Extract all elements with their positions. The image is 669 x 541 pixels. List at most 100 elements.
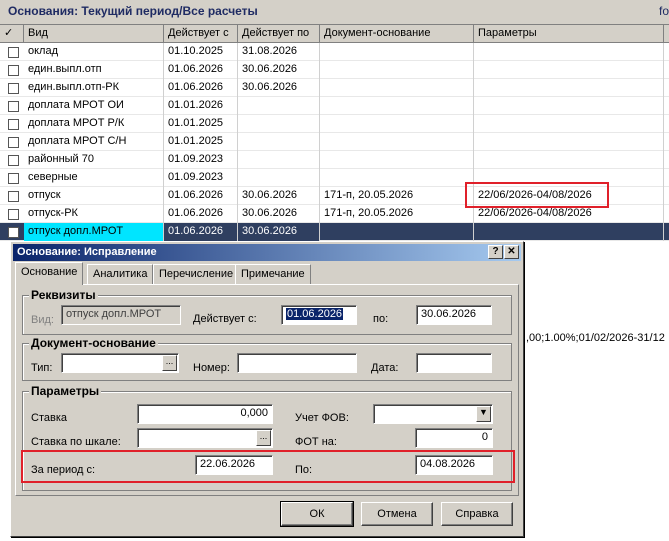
cell-params — [474, 151, 664, 169]
cell-vid: доплата МРОТ С/Н — [24, 133, 164, 151]
col-from[interactable]: Действует с — [164, 25, 238, 43]
scale-browse-button[interactable]: ... — [256, 430, 271, 446]
cancel-button[interactable]: Отмена — [361, 502, 433, 526]
row-checkbox[interactable] — [8, 101, 19, 112]
cell-from: 01.09.2023 — [164, 151, 238, 169]
row-checkbox[interactable] — [8, 47, 19, 58]
col-to[interactable]: Действует по — [238, 25, 320, 43]
table-row[interactable]: доплата МРОТ С/Н 01.01.2025 — [0, 133, 669, 151]
table-row[interactable]: един.выпл.отп-РК 01.06.2026 30.06.2026 — [0, 79, 669, 97]
table-row[interactable]: доплата МРОТ Р/К 01.01.2025 — [0, 115, 669, 133]
cell-to: 30.06.2026 — [238, 205, 320, 223]
cell-vid: северные — [24, 169, 164, 187]
date-field[interactable] — [416, 353, 492, 373]
cell-from: 01.06.2026 — [164, 79, 238, 97]
to-label: по: — [373, 313, 389, 325]
cell-doc — [320, 151, 474, 169]
cell-to — [238, 133, 320, 151]
cell-from: 01.06.2026 — [164, 223, 238, 241]
cell-vid: един.выпл.отп-РК — [24, 79, 164, 97]
table-row[interactable]: районный 70 01.09.2023 — [0, 151, 669, 169]
fov-select[interactable]: ▼ — [373, 404, 493, 424]
cell-vid: отпуск — [24, 187, 164, 205]
row-checkbox[interactable] — [8, 191, 19, 202]
col-check[interactable]: ✓ — [0, 25, 24, 43]
window-title: Основания: Текущий период/Все расчеты — [8, 4, 258, 18]
scale-field[interactable]: ... — [137, 428, 273, 448]
tab-osnovanie[interactable]: Основание — [15, 262, 84, 285]
ok-button[interactable]: ОК — [280, 501, 354, 527]
tab-primechanie[interactable]: Примечание — [235, 264, 311, 284]
row-checkbox[interactable] — [8, 137, 19, 148]
cell-from: 01.06.2026 — [164, 205, 238, 223]
col-params[interactable]: Параметры — [474, 25, 664, 43]
cell-to: 30.06.2026 — [238, 187, 320, 205]
table-row[interactable]: отпуск допл.МРОТ 01.06.2026 30.06.2026 — [0, 223, 669, 241]
cell-params — [474, 133, 664, 151]
col-vid[interactable]: Вид — [24, 25, 164, 43]
type-browse-button[interactable]: ... — [162, 355, 177, 371]
close-icon[interactable]: ✕ — [504, 245, 519, 259]
table-row[interactable]: оклад 01.10.2025 31.08.2026 — [0, 43, 669, 61]
vid-label: Вид: — [31, 314, 54, 326]
group-requisites: Реквизиты Вид: отпуск допл.МРОТ Действуе… — [22, 288, 512, 335]
cell-params — [474, 43, 664, 61]
row-checkbox[interactable] — [8, 83, 19, 94]
cell-doc — [320, 223, 474, 241]
group-requisites-title: Реквизиты — [29, 288, 98, 302]
type-label: Тип: — [31, 362, 53, 374]
cell-doc — [320, 169, 474, 187]
cell-vid: доплата МРОТ ОИ — [24, 97, 164, 115]
type-field[interactable]: ... — [61, 353, 179, 373]
cell-params — [474, 61, 664, 79]
fot-label: ФОТ на: — [295, 436, 337, 448]
row-checkbox[interactable] — [8, 209, 19, 220]
cell-to — [238, 169, 320, 187]
cell-vid: отпуск допл.МРОТ — [24, 223, 164, 241]
cell-to: 30.06.2026 — [238, 61, 320, 79]
cell-doc: 171-п, 20.05.2026 — [320, 205, 474, 223]
to-field[interactable]: 30.06.2026 — [416, 305, 492, 325]
cell-to — [238, 151, 320, 169]
table-row[interactable]: един.выпл.отп 01.06.2026 30.06.2026 — [0, 61, 669, 79]
col-doc[interactable]: Документ-основание — [320, 25, 474, 43]
cell-to — [238, 115, 320, 133]
tab-perechislenie[interactable]: Перечисление — [153, 264, 240, 284]
cell-to: 31.08.2026 — [238, 43, 320, 61]
dialog-title-bar: Основание: Исправление ? ✕ — [13, 244, 521, 261]
vid-field: отпуск допл.МРОТ — [61, 305, 181, 325]
number-label: Номер: — [193, 362, 230, 374]
cell-doc — [320, 133, 474, 151]
cell-from: 01.06.2026 — [164, 61, 238, 79]
row-checkbox[interactable] — [8, 227, 19, 238]
cell-vid: доплата МРОТ Р/К — [24, 115, 164, 133]
window-title-extra: fo — [658, 4, 669, 18]
fov-label: Учет ФОВ: — [295, 412, 349, 424]
number-field[interactable] — [237, 353, 357, 373]
table-row[interactable]: доплата МРОТ ОИ 01.01.2026 — [0, 97, 669, 115]
cell-from: 01.01.2025 — [164, 133, 238, 151]
group-document-title: Документ-основание — [29, 336, 158, 350]
help-icon[interactable]: ? — [488, 245, 503, 259]
cell-params — [474, 223, 664, 241]
row-checkbox[interactable] — [8, 65, 19, 76]
from-field[interactable]: 01.06.2026 — [281, 305, 357, 325]
cell-from: 01.10.2025 — [164, 43, 238, 61]
group-document: Документ-основание Тип: ... Номер: Дата: — [22, 336, 512, 381]
help-button[interactable]: Справка — [441, 502, 513, 526]
edit-dialog: Основание: Исправление ? ✕ Основание Ана… — [10, 241, 524, 537]
row-checkbox[interactable] — [8, 173, 19, 184]
rate-field[interactable]: 0,000 — [137, 404, 273, 424]
date-label: Дата: — [371, 362, 399, 374]
cell-from: 01.06.2026 — [164, 187, 238, 205]
row-checkbox[interactable] — [8, 119, 19, 130]
cell-from: 01.01.2025 — [164, 115, 238, 133]
tab-analitika[interactable]: Аналитика — [87, 264, 154, 284]
fot-field[interactable]: 0 — [415, 428, 493, 448]
cell-vid: един.выпл.отп — [24, 61, 164, 79]
cell-params — [474, 97, 664, 115]
chevron-down-icon[interactable]: ▼ — [476, 406, 491, 422]
group-params-title: Параметры — [29, 384, 102, 398]
row-checkbox[interactable] — [8, 155, 19, 166]
params-highlight-box — [465, 182, 609, 208]
